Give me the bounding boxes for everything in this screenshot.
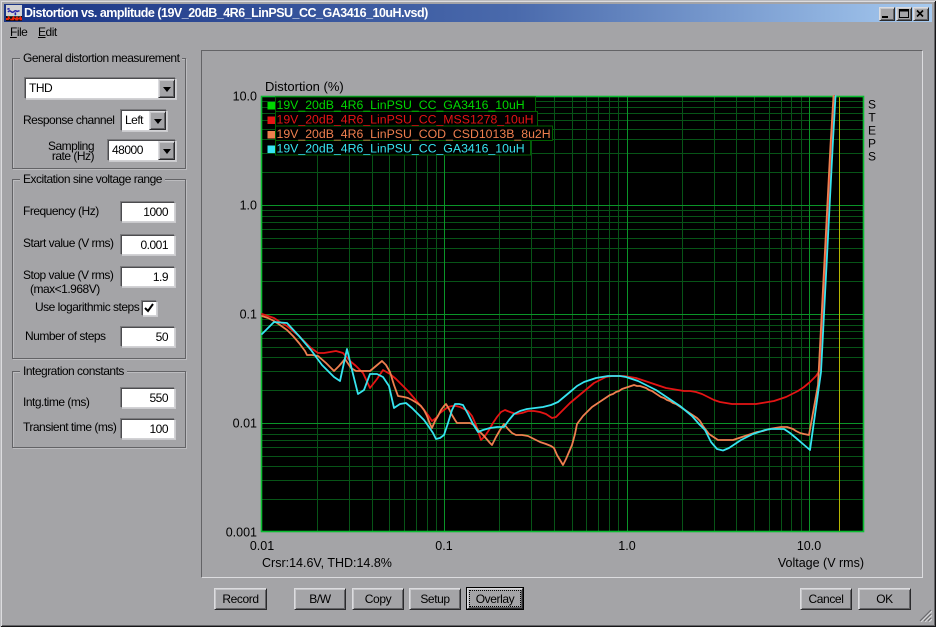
svg-text:S: S [868,150,876,164]
svg-text:Distortion (%): Distortion (%) [265,79,344,94]
svg-text:19V_20dB_4R6_LinPSU_CC_MSS1278: 19V_20dB_4R6_LinPSU_CC_MSS1278_10uH [277,113,534,127]
svg-text:Crsr:14.6V, THD:14.8%: Crsr:14.6V, THD:14.8% [262,556,392,570]
svg-text:10.0: 10.0 [797,539,821,553]
svg-text:E: E [868,124,876,138]
svg-text:19V_20dB_4R6_LinPSU_CC_GA3416_: 19V_20dB_4R6_LinPSU_CC_GA3416_10uH [277,142,525,156]
svg-text:0.1: 0.1 [435,539,452,553]
svg-text:1.0: 1.0 [618,539,635,553]
svg-text:19V_20dB_4R6_LinPSU_COD_CSD101: 19V_20dB_4R6_LinPSU_COD_CSD1013B_8u2H [277,127,551,141]
svg-text:S: S [868,98,876,112]
svg-text:Voltage (V rms): Voltage (V rms) [778,556,864,570]
svg-text:0.001: 0.001 [226,526,257,540]
svg-text:P: P [868,137,876,151]
svg-text:T: T [868,111,876,125]
svg-text:19V_20dB_4R6_LinPSU_CC_GA3416_: 19V_20dB_4R6_LinPSU_CC_GA3416_10uH [277,98,525,112]
svg-text:0.1: 0.1 [240,308,257,322]
svg-text:0.01: 0.01 [250,539,274,553]
svg-text:10.0: 10.0 [233,90,257,104]
svg-text:1.0: 1.0 [240,199,257,213]
svg-text:0.01: 0.01 [233,417,257,431]
